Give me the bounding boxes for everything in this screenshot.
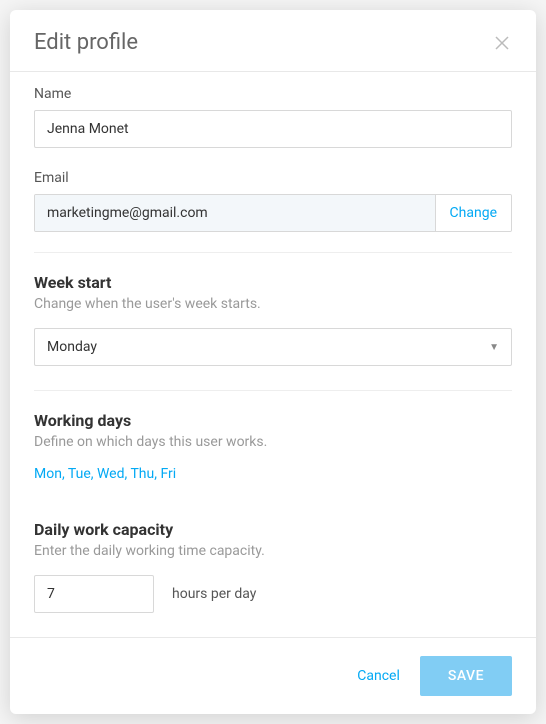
capacity-row: hours per day	[34, 575, 512, 613]
email-label: Email	[34, 170, 512, 186]
week-start-title: Week start	[34, 273, 512, 292]
close-icon	[494, 35, 510, 51]
change-email-button[interactable]: Change	[435, 195, 511, 231]
capacity-suffix: hours per day	[172, 586, 256, 602]
working-days-desc: Define on which days this user works.	[34, 434, 512, 450]
week-start-value: Monday	[47, 339, 97, 355]
cancel-button[interactable]: Cancel	[357, 668, 400, 684]
week-start-desc: Change when the user's week starts.	[34, 296, 512, 312]
week-start-section: Week start Change when the user's week s…	[34, 252, 512, 378]
modal-footer: Cancel SAVE	[10, 637, 536, 714]
modal-title: Edit profile	[34, 30, 138, 55]
name-field-group: Name	[34, 72, 512, 156]
capacity-input[interactable]	[34, 575, 154, 613]
modal-header: Edit profile	[10, 10, 536, 72]
close-button[interactable]	[492, 33, 512, 53]
capacity-title: Daily work capacity	[34, 520, 512, 539]
name-input[interactable]	[34, 110, 512, 148]
working-days-title: Working days	[34, 411, 512, 430]
name-label: Name	[34, 86, 512, 102]
week-start-select[interactable]: Monday ▼	[34, 328, 512, 366]
week-start-select-wrapper: Monday ▼	[34, 328, 512, 366]
capacity-section: Daily work capacity Enter the daily work…	[34, 500, 512, 625]
working-days-link[interactable]: Mon, Tue, Wed, Thu, Fri	[34, 466, 512, 482]
email-value: marketingme@gmail.com	[35, 195, 435, 231]
modal-body[interactable]: Name Email marketingme@gmail.com Change …	[10, 72, 536, 637]
email-field-group: Email marketingme@gmail.com Change	[34, 156, 512, 240]
working-days-section: Working days Define on which days this u…	[34, 390, 512, 494]
edit-profile-modal: Edit profile Name Email marketingme@gmai…	[10, 10, 536, 714]
chevron-down-icon: ▼	[489, 342, 499, 353]
email-row: marketingme@gmail.com Change	[34, 194, 512, 232]
capacity-desc: Enter the daily working time capacity.	[34, 543, 512, 559]
save-button[interactable]: SAVE	[420, 656, 512, 696]
